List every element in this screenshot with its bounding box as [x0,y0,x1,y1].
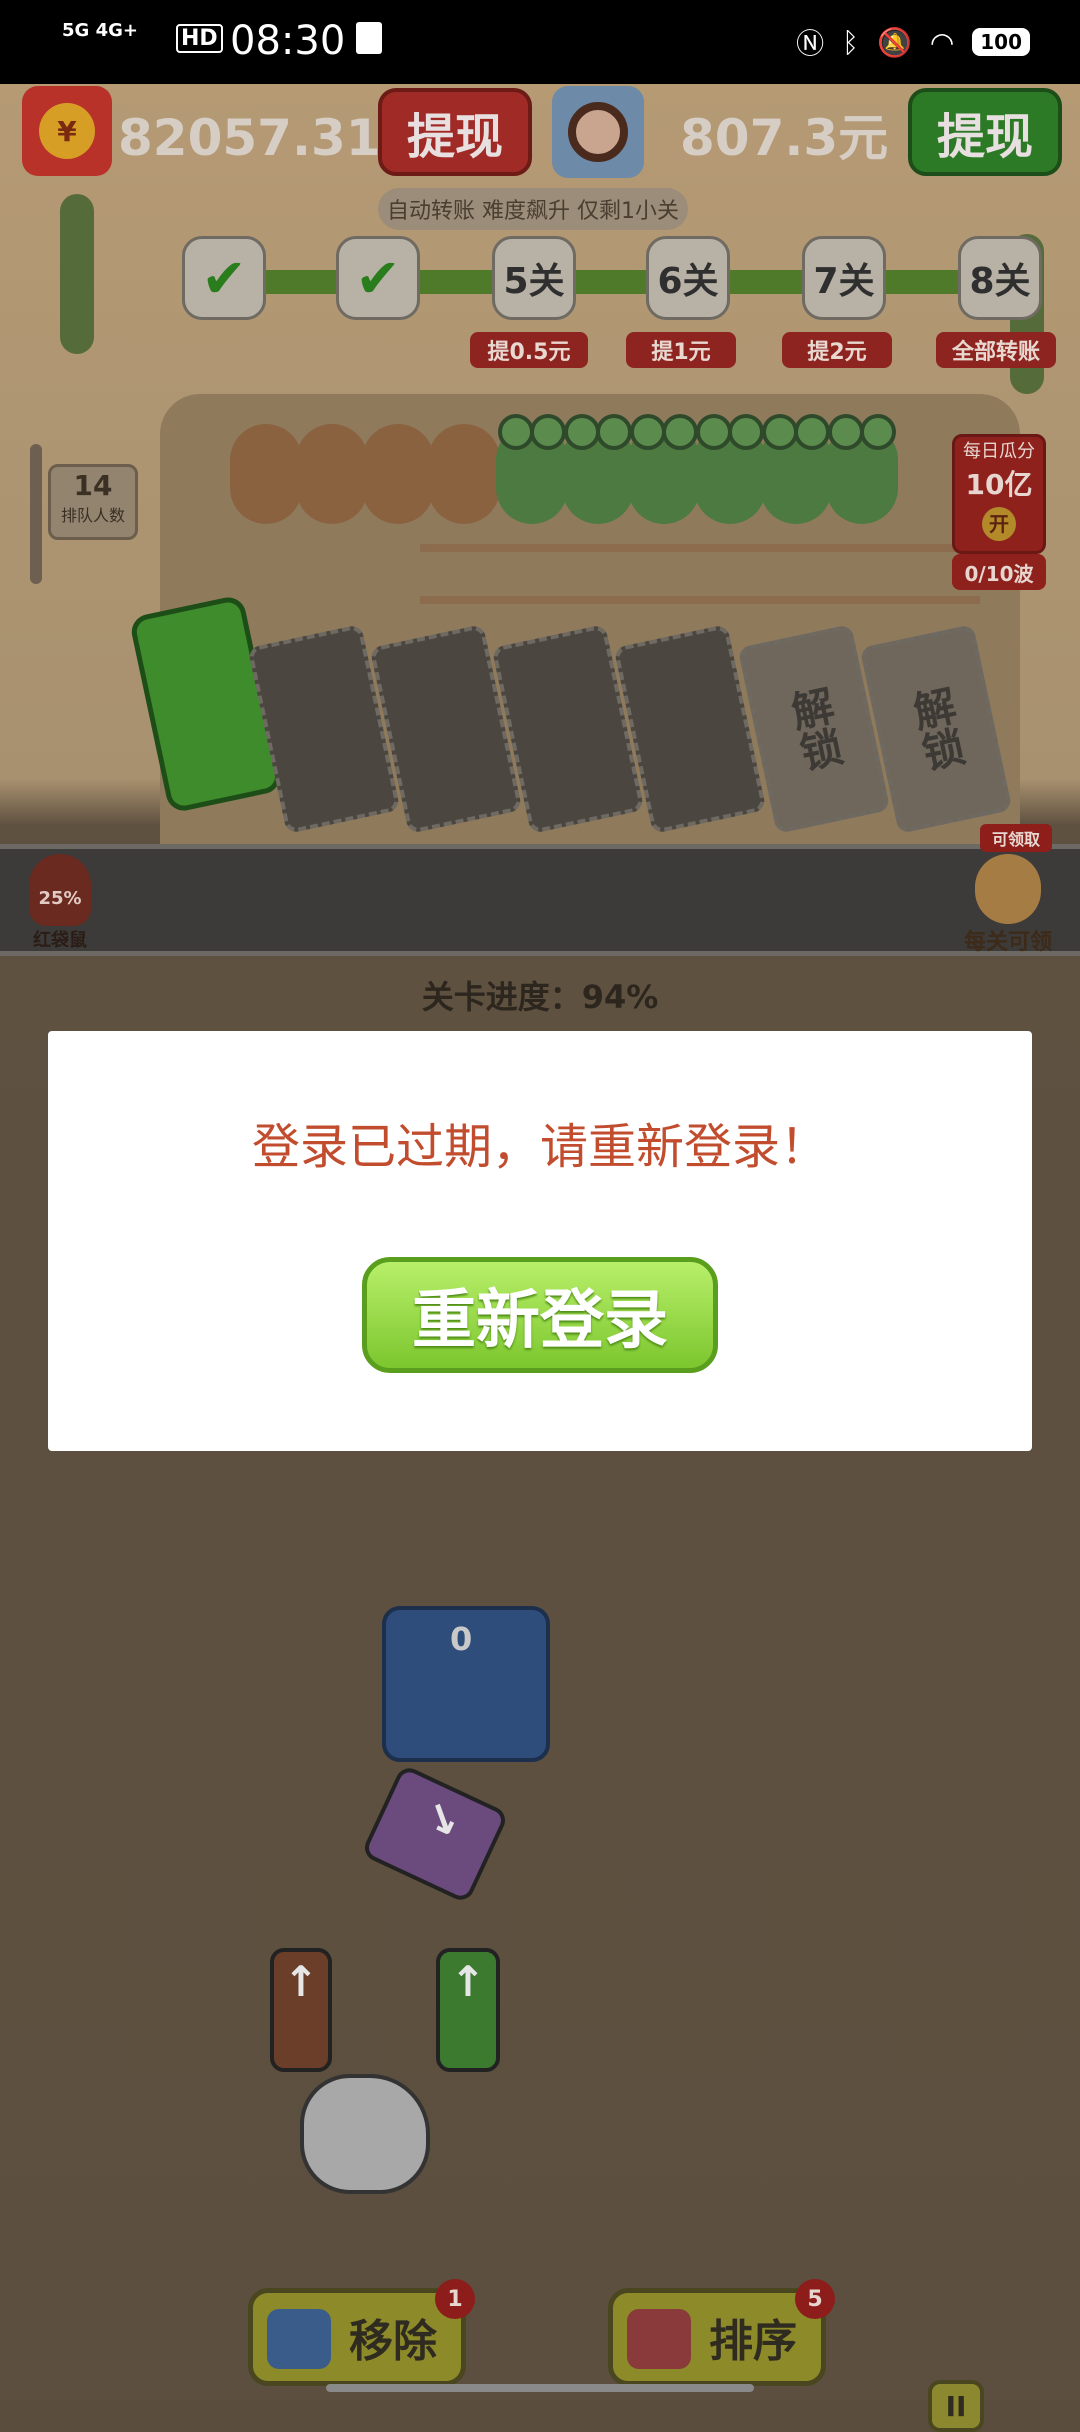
arrow-up-icon: ↑ [450,1957,486,2006]
tutorial-hand-icon [300,2074,430,2194]
hd-indicator: HD [176,24,223,53]
frog-passenger-icon [694,414,766,524]
status-bar: 5G 4G+ HD 08:30 Ⓝ ᛒ 🔕 ◠ 100 [0,0,1080,84]
mute-icon: 🔕 [876,25,912,59]
level-node-5: 5关 [492,236,576,320]
sort-label: 排序 [709,2316,797,2367]
queue-counter: 14 排队人数 [48,464,138,540]
queue-label: 排队人数 [60,506,125,525]
queue-pole-icon [30,444,42,584]
remove-label: 移除 [349,2316,437,2367]
top-bar: ¥ 82057.31元 提现 807.3元 提现 [22,84,1062,180]
level-node-2: ✔ [336,236,420,320]
frog-passenger-icon [562,414,634,524]
sort-arrows-icon [627,2309,691,2369]
level-node-1: ✔ [182,236,266,320]
fence [420,544,980,604]
cat-passenger-icon [230,424,302,524]
battery-icon: 100 [972,28,1030,56]
brown-car[interactable]: ↑ [270,1948,332,2072]
remove-car-icon [267,2309,331,2369]
status-icons: Ⓝ ᛒ 🔕 ◠ 100 [796,22,1030,62]
nfc-icon: Ⓝ [796,27,825,60]
dialog-message: 登录已过期，请重新登录！ [251,1119,828,1175]
queue-count: 14 [73,469,113,502]
shiba-dog-icon [975,854,1041,924]
wifi-icon: ◠ [929,25,955,59]
notification-icon [356,22,382,54]
car-tunnel: 0 [382,1606,550,1762]
cat-passenger-icon [296,424,368,524]
avatar[interactable] [552,86,644,178]
clock: 08:30 [230,18,346,64]
tunnel-count: 0 [450,1620,473,1658]
kangaroo-icon: 25% [29,854,91,926]
session-expired-dialog: 登录已过期，请重新登录！ 重新登录 [48,1031,1032,1451]
per-level-reward[interactable]: 每关可领 [956,854,1060,966]
pause-button[interactable]: II [928,2380,984,2432]
frog-passenger-icon [496,414,568,524]
frog-passenger-icon [628,414,700,524]
frog-passenger-icon [760,414,832,524]
reward-tag-8: 全部转账 [936,332,1056,368]
kangaroo-label: 红袋鼠 [33,930,87,951]
frog-passenger-icon [826,414,898,524]
arrow-icon: ↘ [415,1789,469,1849]
remove-badge: 1 [435,2279,475,2319]
kangaroo-percent: 25% [38,888,82,909]
progress-subtitle: 自动转账 难度飙升 仅剩1小关 [378,188,688,230]
home-indicator[interactable] [326,2384,754,2392]
purple-car[interactable]: ↘ [360,1763,510,1905]
cat-passenger-icon [428,424,500,524]
balance-right: 807.3元 [680,109,889,167]
per-level-label: 每关可领 [963,930,1052,955]
green-car[interactable]: ↑ [436,1948,500,2072]
road-strip [0,844,1080,956]
relogin-button[interactable]: 重新登录 [362,1257,718,1373]
avatar-face-icon [568,102,628,162]
reward-tag-7: 提2元 [782,332,892,368]
withdraw-button-left[interactable]: 提现 [378,88,532,176]
daily-pack-label: 每日瓜分 [963,441,1035,462]
wave-counter: 0/10波 [952,554,1046,590]
cactus-icon [60,194,94,354]
yuan-icon: ¥ [39,103,95,159]
open-icon: 开 [982,507,1016,541]
remove-button[interactable]: 移除 1 [248,2279,475,2386]
reward-tag-5: 提0.5元 [470,332,588,368]
cat-passenger-icon [362,424,434,524]
level-node-6: 6关 [646,236,730,320]
bluetooth-icon: ᛒ [842,25,859,59]
daily-pack-amount: 10亿 [965,468,1033,501]
sort-button[interactable]: 排序 5 [608,2279,835,2386]
withdraw-button-right[interactable]: 提现 [908,88,1062,176]
level-progress: 关卡进度：94% [421,978,659,1016]
arrow-up-icon: ↑ [283,1957,319,2006]
network-indicator: 5G 4G+ [62,20,138,41]
reward-tag-6: 提1元 [626,332,736,368]
daily-red-packet[interactable]: 每日瓜分 10亿 开 [952,434,1046,554]
level-node-8: 8关 [958,236,1042,320]
sort-badge: 5 [795,2279,835,2319]
red-kangaroo[interactable]: 25% 红袋鼠 [18,854,102,974]
level-node-7: 7关 [802,236,886,320]
paw-coin-icon[interactable]: ¥ [22,86,112,176]
claimable-tag: 可领取 [980,824,1052,852]
